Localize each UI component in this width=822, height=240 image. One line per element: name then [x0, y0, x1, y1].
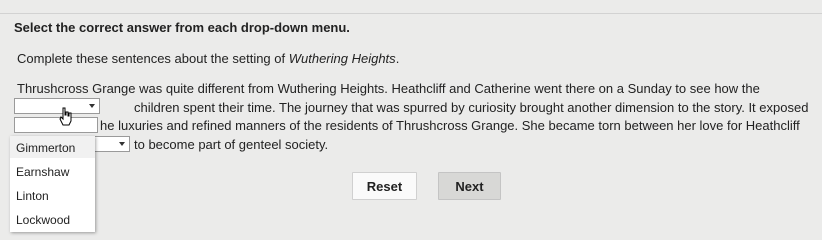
hand-cursor-icon — [59, 107, 72, 126]
top-divider — [0, 13, 822, 14]
page: Select the correct answer from each drop… — [0, 0, 822, 234]
instruction-text: Select the correct answer from each drop… — [14, 20, 350, 35]
book-title: Wuthering Heights — [288, 51, 396, 66]
dropdown-option[interactable]: Lockwood — [16, 213, 70, 227]
dropdown-option[interactable]: Gimmerton — [16, 141, 75, 155]
chevron-down-icon — [89, 104, 95, 108]
dropdown-option[interactable]: Linton — [16, 189, 49, 203]
sub-instruction: Complete these sentences about the setti… — [17, 51, 399, 66]
chevron-down-icon — [119, 142, 125, 146]
reset-button[interactable]: Reset — [352, 172, 417, 200]
dropdown-2[interactable] — [14, 117, 98, 133]
sub-instruction-prefix: Complete these sentences about the setti… — [17, 51, 289, 66]
paragraph-line-4: to become part of genteel society. — [134, 137, 329, 152]
dropdown-option[interactable]: Earnshaw — [16, 165, 69, 179]
dropdown-3[interactable] — [94, 136, 130, 152]
sub-instruction-suffix: . — [395, 51, 400, 66]
next-button[interactable]: Next — [438, 172, 501, 200]
dropdown-options-list: Gimmerton Earnshaw Linton Lockwood — [10, 136, 95, 232]
paragraph-line-1: Thrushcross Grange was quite different f… — [17, 81, 760, 96]
dropdown-1[interactable] — [14, 98, 100, 114]
paragraph-line-3: he luxuries and refined manners of the r… — [100, 118, 800, 133]
paragraph-line-2: children spent their time. The journey t… — [134, 100, 809, 115]
